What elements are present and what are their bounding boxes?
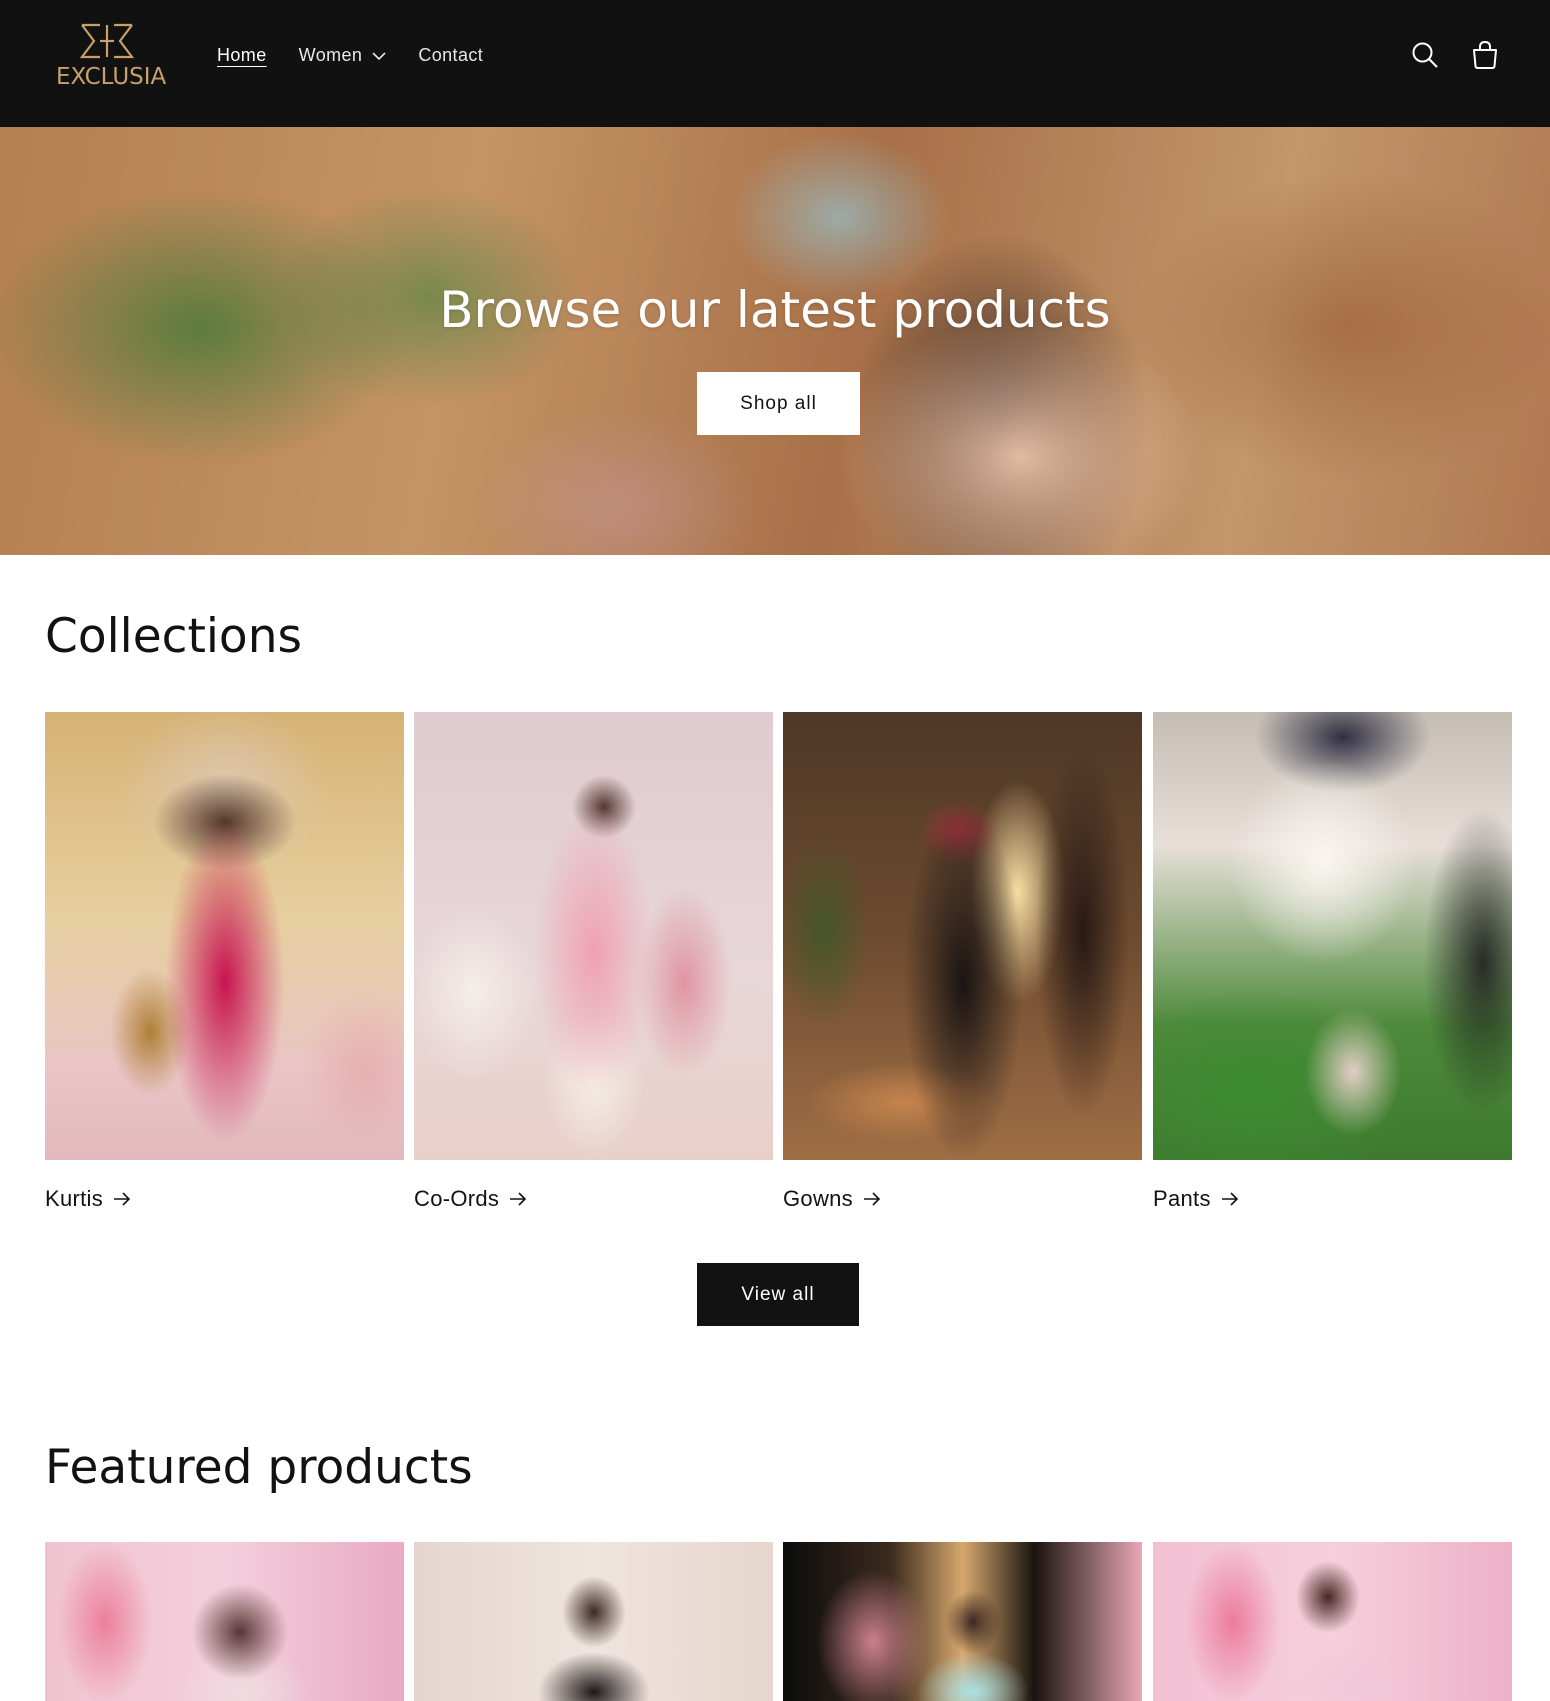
collection-label: Pants — [1153, 1186, 1211, 1211]
chevron-down-icon — [372, 45, 386, 66]
product-card-image[interactable] — [1153, 1542, 1512, 1701]
logo-wordmark: EXCLUSIA — [56, 64, 167, 90]
collection-image-kurtis[interactable] — [45, 712, 404, 1160]
collections-grid: Kurtis Co-Ords Gowns Pants — [45, 712, 1512, 1212]
collections-heading: Collections — [45, 609, 302, 664]
main-nav: Home Women Contact — [217, 45, 515, 66]
featured-products-grid — [45, 1542, 1512, 1701]
nav-women-label: Women — [298, 45, 363, 65]
cart-icon[interactable] — [1468, 38, 1502, 72]
collection-link-gowns[interactable]: Gowns — [783, 1186, 1142, 1212]
view-all-button[interactable]: View all — [697, 1263, 859, 1326]
product-card-image[interactable] — [414, 1542, 773, 1701]
arrow-right-icon — [509, 1186, 527, 1212]
hero-banner: Browse our latest products Shop all — [0, 127, 1550, 555]
product-card-image[interactable] — [45, 1542, 404, 1701]
logo-mark-icon — [79, 23, 135, 59]
shop-all-button[interactable]: Shop all — [697, 372, 860, 435]
collection-image-co-ords[interactable] — [414, 712, 773, 1160]
arrow-right-icon — [863, 1186, 881, 1212]
collection-image-gowns[interactable] — [783, 712, 1142, 1160]
collection-card-co-ords[interactable]: Co-Ords — [414, 712, 773, 1212]
product-card-image[interactable] — [783, 1542, 1142, 1701]
nav-women[interactable]: Women — [299, 45, 387, 66]
collection-label: Kurtis — [45, 1186, 104, 1211]
nav-contact[interactable]: Contact — [418, 45, 483, 66]
collection-label: Co-Ords — [414, 1186, 500, 1211]
nav-contact-label: Contact — [418, 45, 484, 65]
collection-link-co-ords[interactable]: Co-Ords — [414, 1186, 773, 1212]
arrow-right-icon — [113, 1186, 131, 1212]
featured-products-heading: Featured products — [45, 1440, 473, 1495]
brand-logo[interactable]: EXCLUSIA — [52, 18, 167, 98]
collection-card-kurtis[interactable]: Kurtis — [45, 712, 404, 1212]
collection-image-pants[interactable] — [1153, 712, 1512, 1160]
arrow-right-icon — [1221, 1186, 1239, 1212]
header-actions — [1382, 38, 1502, 72]
collection-link-kurtis[interactable]: Kurtis — [45, 1186, 404, 1212]
collection-link-pants[interactable]: Pants — [1153, 1186, 1512, 1212]
collection-label: Gowns — [783, 1186, 853, 1211]
collection-card-pants[interactable]: Pants — [1153, 712, 1512, 1212]
site-header: EXCLUSIA Home Women Contact — [0, 0, 1550, 127]
search-icon[interactable] — [1408, 38, 1442, 72]
collection-card-gowns[interactable]: Gowns — [783, 712, 1142, 1212]
hero-title: Browse our latest products — [439, 281, 1111, 339]
nav-home[interactable]: Home — [217, 45, 267, 66]
nav-home-label: Home — [217, 45, 267, 65]
